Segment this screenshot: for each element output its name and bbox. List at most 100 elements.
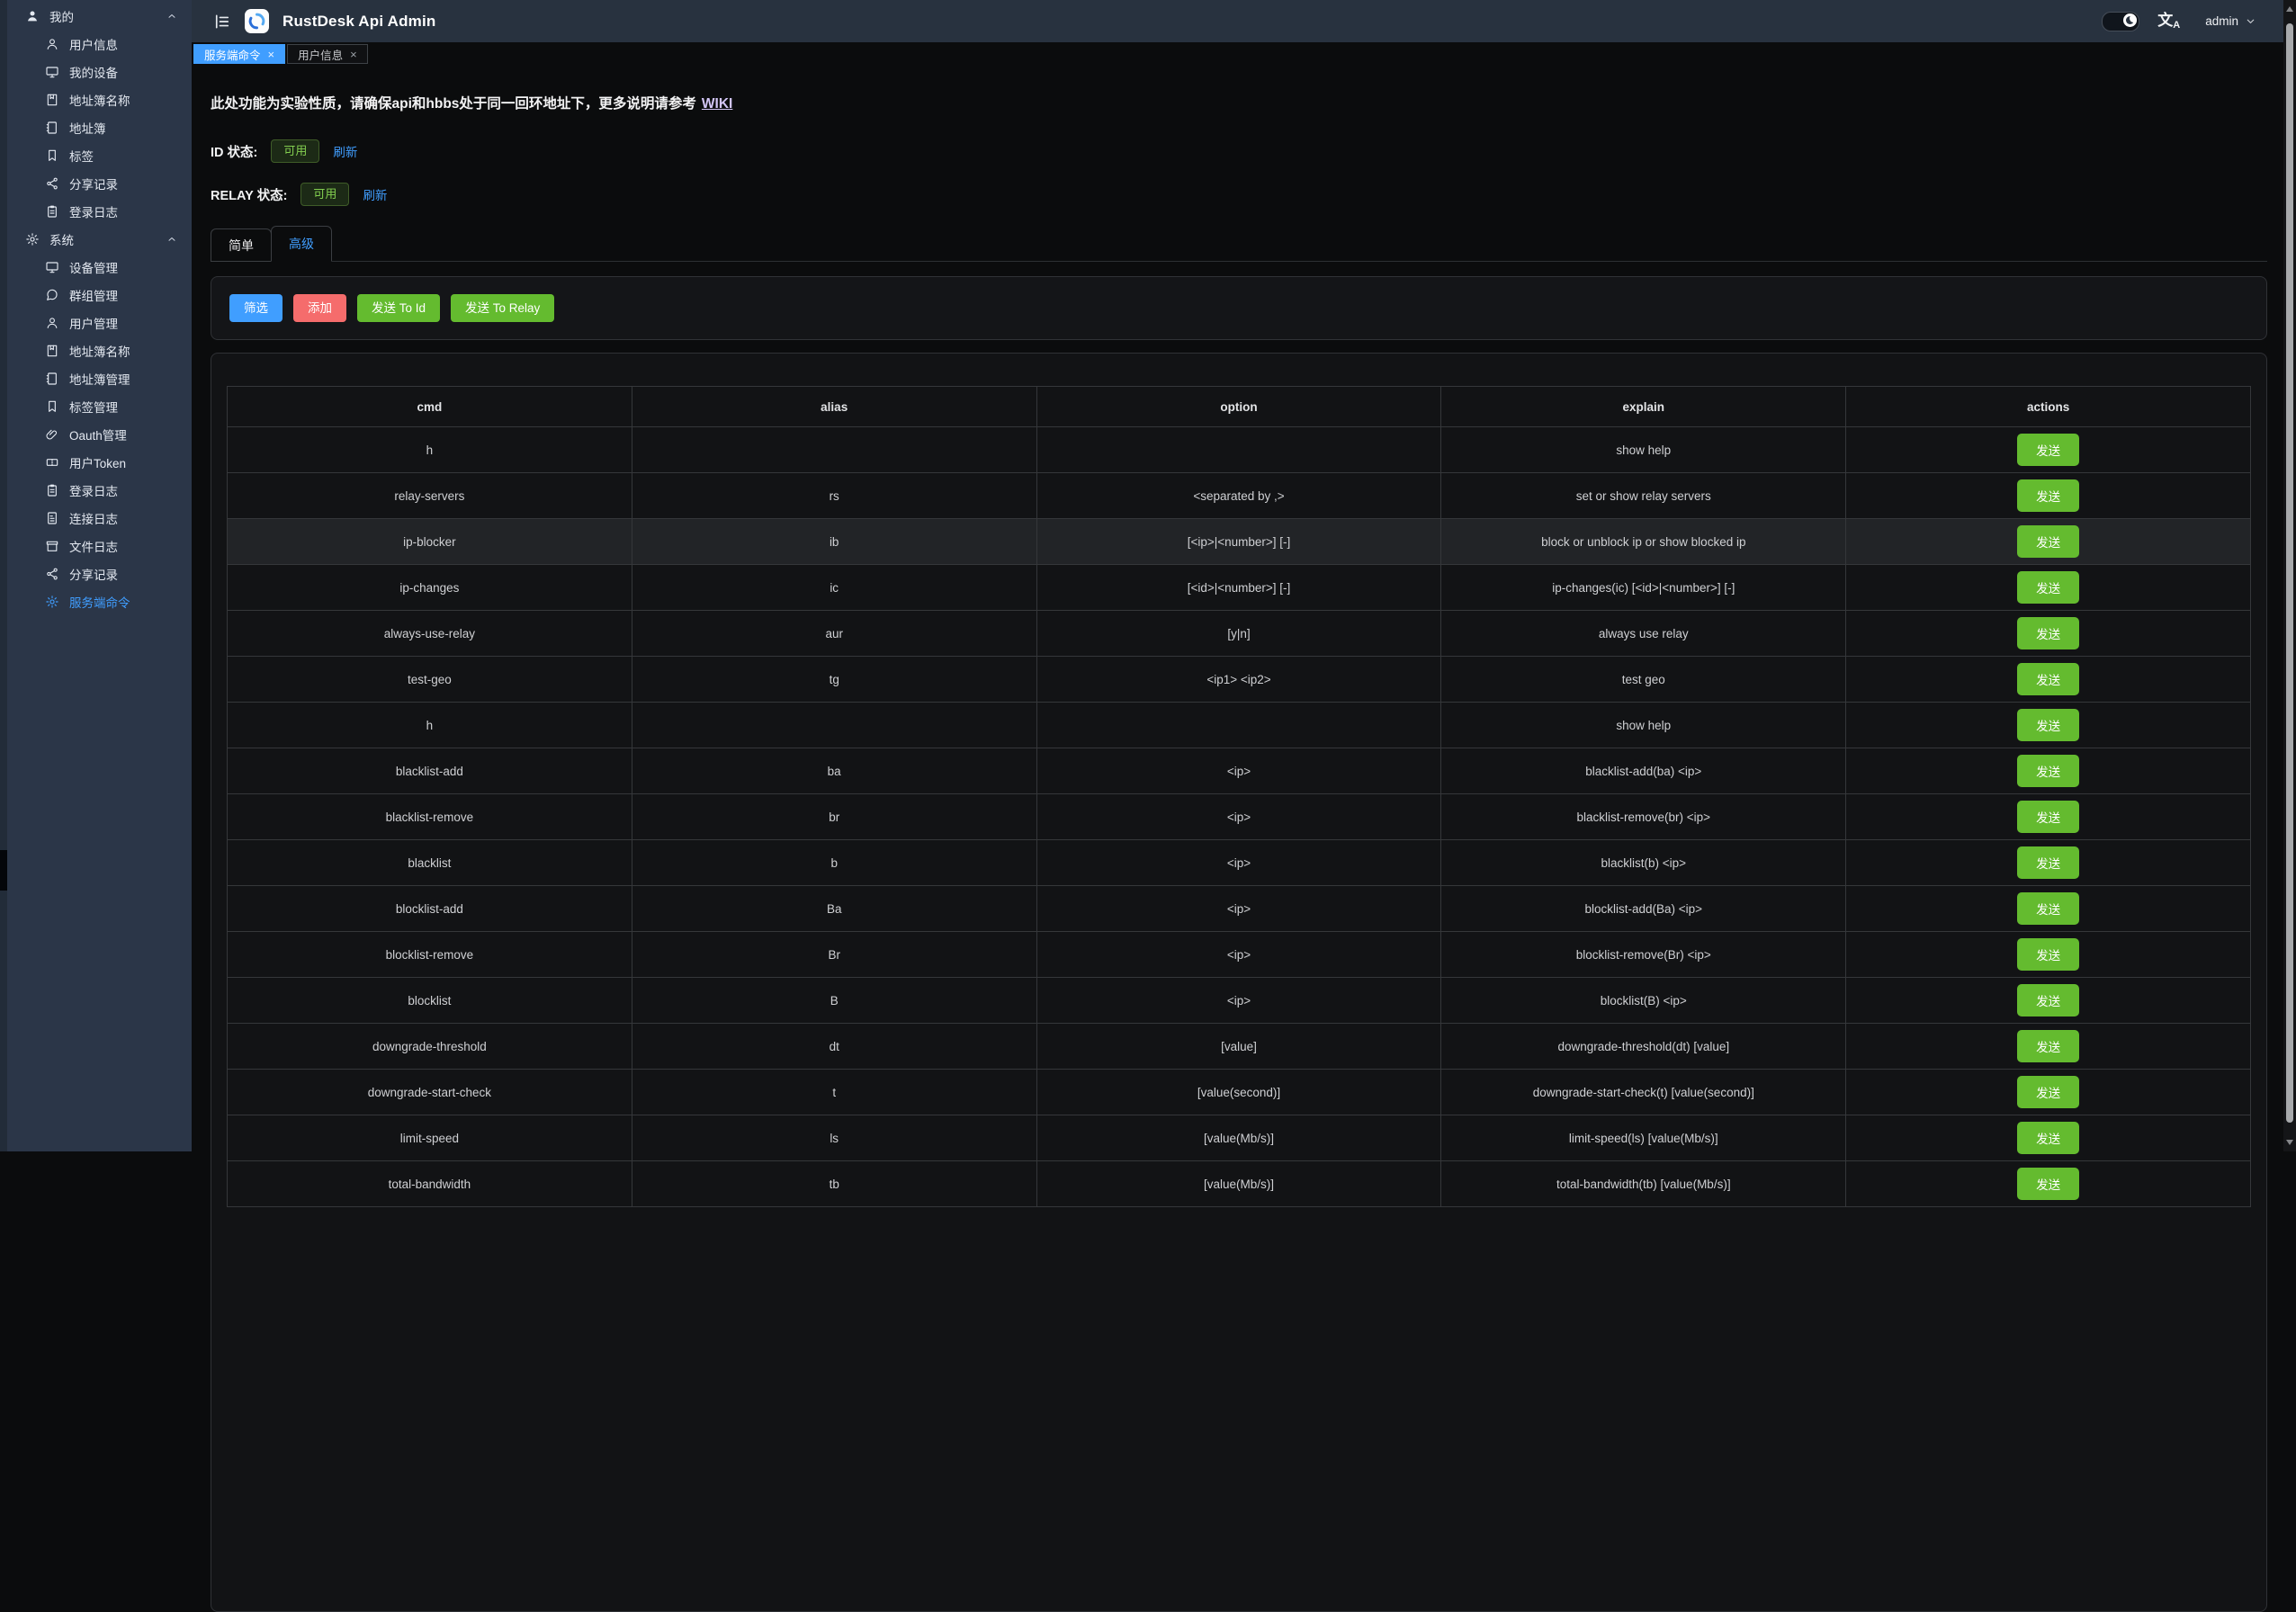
cell-alias: rs xyxy=(632,473,1036,519)
sidebar-scrollbar[interactable] xyxy=(0,0,7,1151)
sidebar-item-address-book-names[interactable]: 地址簿名称 xyxy=(7,336,192,364)
status-label: ID 状态: xyxy=(211,142,257,161)
sidebar-item-server-command[interactable]: 服务端命令 xyxy=(7,587,192,615)
sidebar-item-conn-logs[interactable]: 连接日志 xyxy=(7,504,192,532)
sidebar-item-label: 标签管理 xyxy=(69,398,118,416)
send-button[interactable]: 发送 xyxy=(2017,617,2079,649)
language-icon[interactable]: 文A xyxy=(2157,13,2180,31)
cell-alias: B xyxy=(632,978,1036,1024)
page-tabstrip: 服务端命令×用户信息× xyxy=(192,42,2283,64)
cell-cmd: h xyxy=(228,427,632,473)
sidebar-item-file-logs[interactable]: 文件日志 xyxy=(7,532,192,560)
sidebar-item-address-book-names[interactable]: 地址簿名称 xyxy=(7,85,192,113)
table-row: always-use-relayaur[y|n]always use relay… xyxy=(228,611,2251,657)
user-dropdown[interactable]: admin xyxy=(2205,14,2256,28)
sidebar-item-login-logs[interactable]: 登录日志 xyxy=(7,476,192,504)
table-row: hshow help发送 xyxy=(228,703,2251,748)
page-tab-server-command[interactable]: 服务端命令× xyxy=(193,44,285,64)
sidebar-item-label: 服务端命令 xyxy=(69,593,130,611)
page-tab-user-info[interactable]: 用户信息× xyxy=(287,44,368,64)
add-button[interactable]: 添加 xyxy=(293,294,346,322)
cell-alias xyxy=(632,427,1036,473)
send-button[interactable]: 发送 xyxy=(2017,984,2079,1016)
sidebar-item-address-book[interactable]: 地址簿 xyxy=(7,113,192,141)
sidebar-section-system[interactable]: 系统 xyxy=(7,225,192,253)
column-header-option: option xyxy=(1036,387,1441,427)
cell-actions: 发送 xyxy=(1846,840,2251,886)
sidebar-item-user-info[interactable]: 用户信息 xyxy=(7,30,192,58)
send-button[interactable]: 发送 xyxy=(2017,1122,2079,1154)
send-button[interactable]: 发送 xyxy=(2017,892,2079,925)
cell-cmd: blacklist-remove xyxy=(228,794,632,840)
send-button[interactable]: 发送 xyxy=(2017,1030,2079,1062)
send-button[interactable]: 发送 xyxy=(2017,709,2079,741)
collapse-sidebar-icon[interactable] xyxy=(213,13,231,31)
close-icon[interactable]: × xyxy=(268,49,275,60)
cell-cmd: total-bandwidth xyxy=(228,1161,632,1207)
sidebar-item-label: 用户信息 xyxy=(69,35,118,53)
send-button[interactable]: 发送 xyxy=(2017,801,2079,833)
sidebar-item-login-logs[interactable]: 登录日志 xyxy=(7,197,192,225)
book-icon xyxy=(45,93,59,107)
send-button[interactable]: 发送 xyxy=(2017,846,2079,879)
sidebar-item-label: 我的设备 xyxy=(69,63,118,81)
status-badge: 可用 xyxy=(300,183,349,206)
close-icon[interactable]: × xyxy=(350,49,357,60)
sidebar-item-oauth-mgmt[interactable]: Oauth管理 xyxy=(7,420,192,448)
send-button[interactable]: 发送 xyxy=(2017,1168,2079,1200)
table-row: blacklist-removebr<ip>blacklist-remove(b… xyxy=(228,794,2251,840)
refresh-link[interactable]: 刷新 xyxy=(363,185,387,203)
sidebar-item-user-token[interactable]: 用户Token xyxy=(7,448,192,476)
scroll-up-icon[interactable] xyxy=(2286,6,2293,12)
wiki-link[interactable]: WIKI xyxy=(702,96,732,112)
cell-option: <ip> xyxy=(1036,978,1441,1024)
send-button[interactable]: 发送 xyxy=(2017,525,2079,558)
send-button[interactable]: 发送 xyxy=(2017,434,2079,466)
sidebar-item-group-mgmt[interactable]: 群组管理 xyxy=(7,281,192,309)
cell-option: <ip> xyxy=(1036,932,1441,978)
table-row: downgrade-start-checkt[value(second)]dow… xyxy=(228,1070,2251,1115)
sidebar-item-label: Oauth管理 xyxy=(69,425,127,443)
tab-advanced[interactable]: 高级 xyxy=(271,226,332,262)
send-button[interactable]: 发送 xyxy=(2017,663,2079,695)
send-button[interactable]: 发送 xyxy=(2017,755,2079,787)
table-row: hshow help发送 xyxy=(228,427,2251,473)
gear-icon xyxy=(25,232,40,246)
send-to-relay-button[interactable]: 发送 To Relay xyxy=(451,294,554,322)
cell-explain: downgrade-threshold(dt) [value] xyxy=(1441,1024,1846,1070)
send-to-id-button[interactable]: 发送 To Id xyxy=(357,294,440,322)
sidebar-scrollbar-thumb[interactable] xyxy=(0,850,7,891)
cell-cmd: downgrade-threshold xyxy=(228,1024,632,1070)
send-button[interactable]: 发送 xyxy=(2017,571,2079,604)
cell-actions: 发送 xyxy=(1846,932,2251,978)
cell-explain: block or unblock ip or show blocked ip xyxy=(1441,519,1846,565)
page-scrollbar-thumb[interactable] xyxy=(2286,23,2293,1123)
sidebar-section-mine[interactable]: 我的 xyxy=(7,2,192,30)
send-button[interactable]: 发送 xyxy=(2017,479,2079,512)
scroll-down-icon[interactable] xyxy=(2286,1140,2293,1145)
sidebar-item-address-book-mgmt[interactable]: 地址簿管理 xyxy=(7,364,192,392)
sidebar-item-label: 设备管理 xyxy=(69,258,118,276)
table-header-row: cmdaliasoptionexplainactions xyxy=(228,387,2251,427)
sidebar-item-my-devices[interactable]: 我的设备 xyxy=(7,58,192,85)
send-button[interactable]: 发送 xyxy=(2017,938,2079,971)
page-scrollbar[interactable] xyxy=(2283,0,2296,1151)
filter-button[interactable]: 筛选 xyxy=(229,294,283,322)
send-button[interactable]: 发送 xyxy=(2017,1076,2079,1108)
dark-mode-toggle[interactable] xyxy=(2102,12,2139,31)
app-title: RustDesk Api Admin xyxy=(283,13,435,31)
sidebar-item-device-mgmt[interactable]: 设备管理 xyxy=(7,253,192,281)
cell-cmd: blacklist xyxy=(228,840,632,886)
sidebar-section-label: 我的 xyxy=(49,7,74,25)
user-icon xyxy=(45,316,59,330)
sidebar-item-user-mgmt[interactable]: 用户管理 xyxy=(7,309,192,336)
sidebar-item-tags[interactable]: 标签 xyxy=(7,141,192,169)
gear-icon xyxy=(45,595,59,609)
sidebar-item-share-records[interactable]: 分享记录 xyxy=(7,560,192,587)
cell-cmd: blocklist-add xyxy=(228,886,632,932)
sidebar-item-share-records[interactable]: 分享记录 xyxy=(7,169,192,197)
sidebar-item-tag-mgmt[interactable]: 标签管理 xyxy=(7,392,192,420)
chevron-down-icon xyxy=(2245,15,2256,27)
refresh-link[interactable]: 刷新 xyxy=(333,142,357,160)
tab-simple[interactable]: 简单 xyxy=(211,228,272,262)
